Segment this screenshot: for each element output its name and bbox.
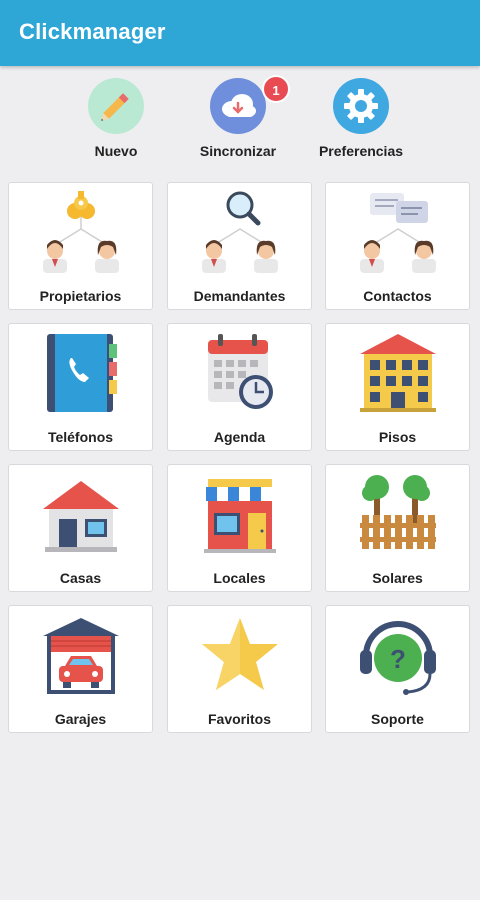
tile-label: Garajes [54, 711, 107, 727]
quick-action-label: Preferencias [318, 143, 404, 159]
tile-garajes[interactable]: Garajes [8, 605, 153, 733]
tile-casas[interactable]: Casas [8, 464, 153, 592]
tile-propietarios[interactable]: Propietarios [8, 182, 153, 310]
tile-locales[interactable]: Locales [167, 464, 312, 592]
tile-demandantes[interactable]: Demandantes [167, 182, 312, 310]
tile-label: Demandantes [193, 288, 286, 304]
app-bar: Clickmanager [0, 0, 480, 66]
quick-action-label: Nuevo [94, 143, 138, 159]
apartment-building-icon [360, 334, 436, 412]
tile-agenda[interactable]: Agenda [167, 323, 312, 451]
tile-favoritos[interactable]: Favoritos [167, 605, 312, 733]
tile-label: Solares [372, 570, 423, 586]
tile-label: Favoritos [207, 711, 271, 727]
gear-icon [333, 78, 389, 134]
cloud-sync-icon [210, 78, 266, 134]
tile-label: Casas [59, 570, 102, 586]
app-title: Clickmanager [19, 19, 166, 44]
garage-icon [43, 618, 119, 694]
support-headset-icon: ? [360, 621, 436, 695]
star-icon [202, 618, 278, 690]
tile-label: Propietarios [39, 288, 122, 304]
tile-pisos[interactable]: Pisos [325, 323, 470, 451]
tile-label: Contactos [363, 288, 432, 304]
tile-label: Agenda [213, 429, 266, 445]
tile-solares[interactable]: Solares [325, 464, 470, 592]
shop-icon [204, 479, 276, 553]
tile-soporte[interactable]: ? Soporte [325, 605, 470, 733]
quick-action-nuevo[interactable]: Nuevo [61, 78, 171, 159]
tile-label: Soporte [371, 711, 424, 727]
tile-label: Teléfonos [47, 429, 114, 445]
notification-badge: 1 [262, 75, 290, 103]
tile-telefonos[interactable]: Teléfonos [8, 323, 153, 451]
pencil-icon [88, 78, 144, 134]
quick-action-label: Sincronizar [199, 143, 277, 159]
owners-keys-icon [43, 191, 119, 273]
tile-contactos[interactable]: Contactos [325, 182, 470, 310]
house-icon [43, 481, 119, 552]
tile-label: Pisos [378, 429, 417, 445]
seekers-magnifier-icon [202, 191, 278, 273]
quick-action-preferencias[interactable]: Preferencias [306, 78, 416, 159]
tile-label: Locales [213, 570, 266, 586]
contacts-chat-icon [360, 193, 436, 273]
calendar-clock-icon [208, 334, 273, 409]
land-plot-icon [360, 475, 436, 549]
svg-text:?: ? [390, 644, 406, 674]
phonebook-icon [47, 334, 117, 412]
